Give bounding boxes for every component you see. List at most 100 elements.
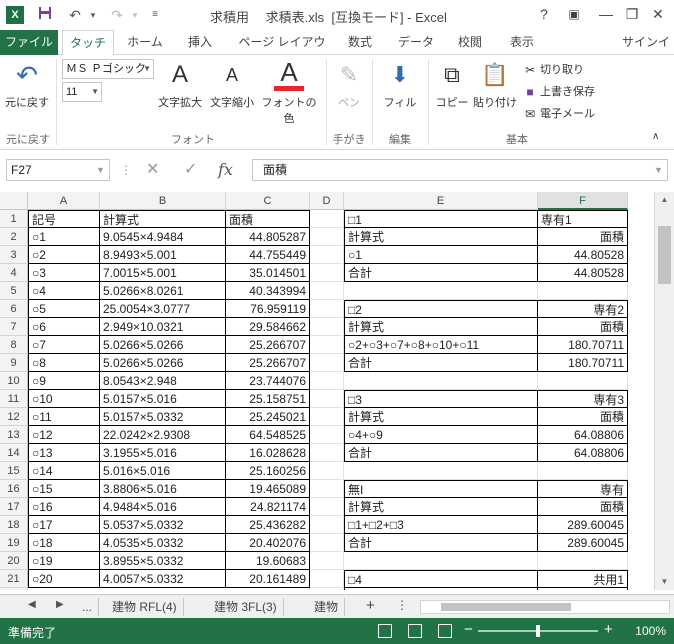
save-icon[interactable] — [36, 6, 54, 24]
cell-a16[interactable]: ○15 — [28, 480, 100, 498]
cell-d14[interactable] — [310, 444, 344, 462]
cell-c21[interactable]: 20.161489 — [226, 570, 310, 588]
cell-b11[interactable]: 5.0157×5.016 — [100, 390, 226, 408]
cell-f16[interactable]: 専有 — [538, 480, 628, 498]
tab-home[interactable]: ホーム — [122, 30, 168, 55]
cell-d18[interactable] — [310, 516, 344, 534]
cell-e20[interactable] — [344, 552, 538, 570]
column-header-b[interactable]: B — [100, 192, 226, 210]
cell-d11[interactable] — [310, 390, 344, 408]
cell-d1[interactable] — [310, 210, 344, 228]
signin-link[interactable]: サインイン — [618, 30, 674, 74]
cell-d7[interactable] — [310, 318, 344, 336]
cell-e13[interactable]: ○4+○9 — [344, 426, 538, 444]
cell-c9[interactable]: 25.266707 — [226, 354, 310, 372]
cell-b8[interactable]: 5.0266×5.0266 — [100, 336, 226, 354]
cell-e11[interactable]: □3 — [344, 390, 538, 408]
cell-e22[interactable]: 計算式 — [344, 588, 538, 590]
cell-f21[interactable]: 共用1 — [538, 570, 628, 588]
cell-f4[interactable]: 44.80528 — [538, 264, 628, 282]
horizontal-scroll-thumb[interactable] — [441, 603, 571, 611]
row-header[interactable]: 1 — [0, 210, 28, 228]
cell-e17[interactable]: 計算式 — [344, 498, 538, 516]
column-header-c[interactable]: C — [226, 192, 310, 210]
cell-a14[interactable]: ○13 — [28, 444, 100, 462]
cell-f2[interactable]: 面積 — [538, 228, 628, 246]
cell-c17[interactable]: 24.821174 — [226, 498, 310, 516]
cut-button[interactable]: ✂ 切り取り — [522, 61, 584, 78]
cell-a22[interactable] — [28, 588, 100, 590]
cell-c14[interactable]: 16.028628 — [226, 444, 310, 462]
row-header[interactable]: 10 — [0, 372, 28, 390]
cell-e4[interactable]: 合計 — [344, 264, 538, 282]
zoom-slider[interactable] — [478, 625, 598, 637]
font-color-button[interactable]: A フォントの色 — [258, 59, 320, 126]
cell-e14[interactable]: 合計 — [344, 444, 538, 462]
cell-d6[interactable] — [310, 300, 344, 318]
cell-c3[interactable]: 44.755449 — [226, 246, 310, 264]
cell-f5[interactable] — [538, 282, 628, 300]
grow-font-button[interactable]: A 文字拡大 — [154, 59, 206, 110]
cell-d19[interactable] — [310, 534, 344, 552]
cell-b16[interactable]: 3.8806×5.016 — [100, 480, 226, 498]
cell-f6[interactable]: 専有2 — [538, 300, 628, 318]
cell-b10[interactable]: 8.0543×2.948 — [100, 372, 226, 390]
cell-c4[interactable]: 35.014501 — [226, 264, 310, 282]
row-header[interactable]: 20 — [0, 552, 28, 570]
cell-b19[interactable]: 4.0535×5.0332 — [100, 534, 226, 552]
cell-b6[interactable]: 25.0054×3.0777 — [100, 300, 226, 318]
cell-d17[interactable] — [310, 498, 344, 516]
cell-b7[interactable]: 2.949×10.0321 — [100, 318, 226, 336]
cell-e16[interactable]: 無I — [344, 480, 538, 498]
row-header[interactable]: 5 — [0, 282, 28, 300]
cell-c11[interactable]: 25.158751 — [226, 390, 310, 408]
undo-button[interactable]: ↶ 元に戻す — [4, 59, 50, 110]
cell-f12[interactable]: 面積 — [538, 408, 628, 426]
cell-a17[interactable]: ○16 — [28, 498, 100, 516]
tab-view[interactable]: 表示 — [502, 30, 542, 55]
cell-a21[interactable]: ○20 — [28, 570, 100, 588]
font-name-combo[interactable]: ＭＳ Ｐゴシック ▼ — [62, 59, 154, 79]
normal-view-icon[interactable] — [378, 624, 392, 638]
cell-d20[interactable] — [310, 552, 344, 570]
cell-b9[interactable]: 5.0266×5.0266 — [100, 354, 226, 372]
help-button[interactable]: ? — [532, 4, 556, 24]
cell-a19[interactable]: ○18 — [28, 534, 100, 552]
row-header[interactable]: 14 — [0, 444, 28, 462]
pen-button[interactable]: ✎ ペン — [330, 59, 368, 110]
cell-e19[interactable]: 合計 — [344, 534, 538, 552]
row-header[interactable]: 21 — [0, 570, 28, 588]
cell-e18[interactable]: □1+□2+□3 — [344, 516, 538, 534]
scroll-down-icon[interactable]: ▼ — [655, 574, 674, 590]
cell-e21[interactable]: □4 — [344, 570, 538, 588]
cell-f13[interactable]: 64.08806 — [538, 426, 628, 444]
cell-b22[interactable] — [100, 588, 226, 590]
chevron-down-icon[interactable]: ▼ — [96, 159, 105, 181]
row-header[interactable]: 19 — [0, 534, 28, 552]
close-button[interactable]: ✕ — [646, 4, 670, 24]
cell-a1[interactable]: 記号 — [28, 210, 100, 228]
fill-button[interactable]: ⬇ フィル — [378, 59, 422, 110]
cell-b4[interactable]: 7.0015×5.001 — [100, 264, 226, 282]
cell-c20[interactable]: 19.60683 — [226, 552, 310, 570]
zoom-in-button[interactable]: + — [604, 621, 613, 638]
cell-f8[interactable]: 180.70711 — [538, 336, 628, 354]
zoom-slider-knob[interactable] — [536, 625, 540, 637]
add-sheet-button[interactable]: + — [360, 597, 381, 615]
cell-a9[interactable]: ○8 — [28, 354, 100, 372]
cell-b21[interactable]: 4.0057×5.0332 — [100, 570, 226, 588]
cell-d15[interactable] — [310, 462, 344, 480]
minimize-button[interactable]: — — [594, 4, 618, 24]
email-button[interactable]: ✉ 電子メール — [522, 105, 595, 122]
cell-e8[interactable]: ○2+○3+○7+○8+○10+○11 — [344, 336, 538, 354]
cell-d16[interactable] — [310, 480, 344, 498]
tab-page-layout[interactable]: ページ レイアウト — [234, 30, 330, 74]
cell-b3[interactable]: 8.9493×5.001 — [100, 246, 226, 264]
vertical-scrollbar[interactable]: ▲ ▼ — [654, 192, 674, 590]
cell-d13[interactable] — [310, 426, 344, 444]
zoom-out-button[interactable]: − — [464, 621, 473, 638]
cell-f19[interactable]: 289.60045 — [538, 534, 628, 552]
cell-b20[interactable]: 3.8955×5.0332 — [100, 552, 226, 570]
tab-file[interactable]: ファイル — [0, 30, 58, 55]
cell-c5[interactable]: 40.343994 — [226, 282, 310, 300]
